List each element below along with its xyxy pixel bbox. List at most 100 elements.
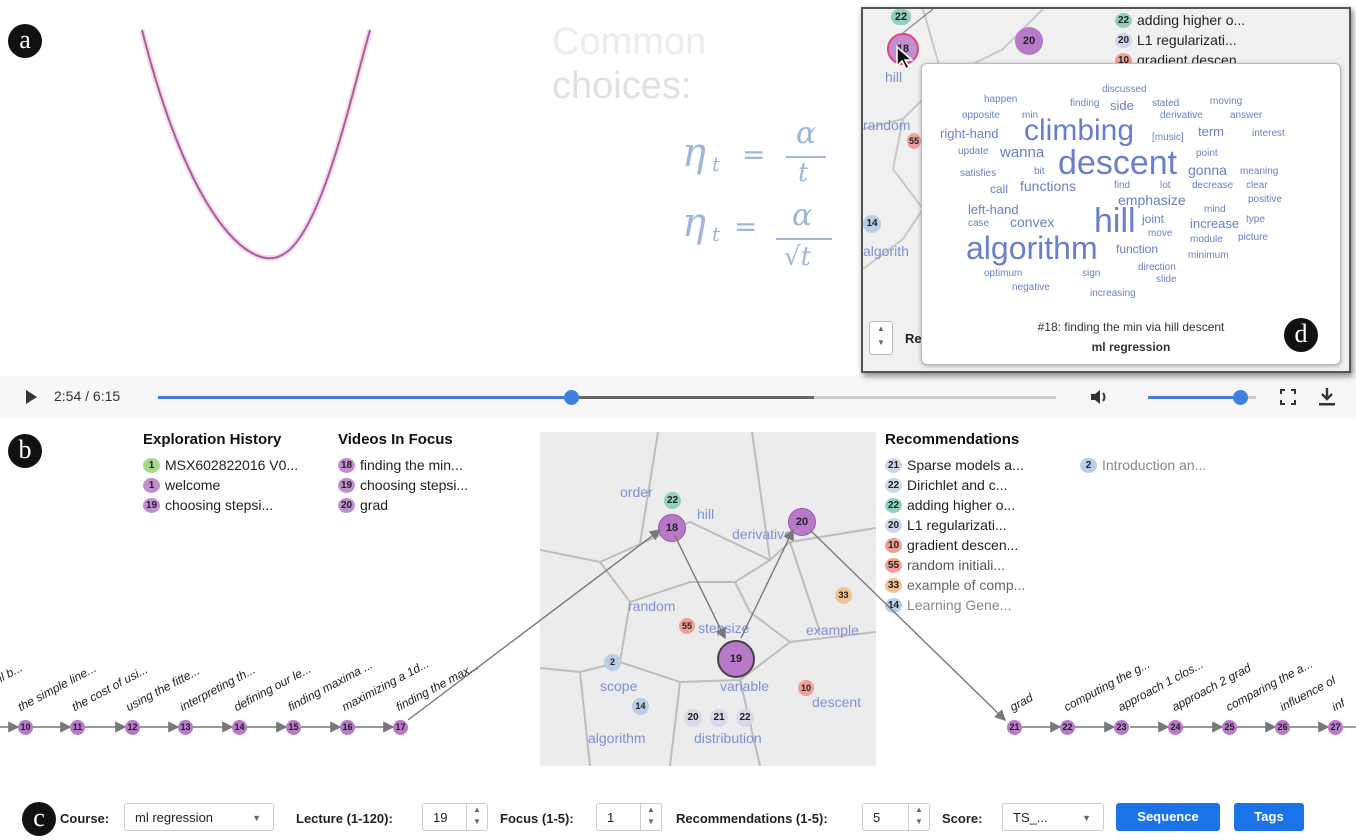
inset-rec-item[interactable]: 22 adding higher o...: [1115, 11, 1245, 29]
volume-fill: [1148, 396, 1240, 399]
score-label: Score:: [942, 811, 983, 826]
word: case: [968, 218, 990, 229]
sequence-button[interactable]: Sequence: [1116, 803, 1220, 831]
lecture-stepper[interactable]: 19 ▲ ▼: [422, 803, 488, 831]
sequence-node[interactable]: 21: [1007, 720, 1022, 735]
sequence-node[interactable]: 11: [70, 720, 85, 735]
eta-sub-2: t: [712, 222, 721, 246]
word: answer: [1230, 110, 1263, 121]
cloud-caption: #18: finding the min via hill descent: [1037, 320, 1225, 334]
word: clear: [1246, 180, 1268, 191]
sequence-node[interactable]: 17: [393, 720, 408, 735]
word: slide: [1156, 274, 1177, 285]
word: discussed: [1102, 84, 1147, 95]
word: happen: [984, 94, 1018, 105]
eta-sub-1: t: [712, 152, 721, 176]
word: finding: [1070, 98, 1100, 109]
sequence-node[interactable]: 13: [178, 720, 193, 735]
sequence-node[interactable]: 24: [1168, 720, 1183, 735]
volume-track[interactable]: [1148, 390, 1256, 405]
word: right-hand: [940, 126, 999, 141]
sequence-node[interactable]: 27: [1328, 720, 1343, 735]
stepper-arrows-icon[interactable]: ▲ ▼: [640, 804, 661, 830]
word: increase: [1190, 216, 1240, 231]
sequence-node[interactable]: 16: [340, 720, 355, 735]
inset-rec-badge: 20: [1115, 32, 1132, 48]
sequence-node[interactable]: 14: [232, 720, 247, 735]
eta-symbol-2: η: [682, 200, 706, 246]
cursor-icon: [896, 45, 915, 71]
word: positive: [1248, 194, 1282, 205]
download-icon[interactable]: [1318, 387, 1336, 407]
sequence-node[interactable]: 10: [18, 720, 33, 735]
fullscreen-icon[interactable]: [1280, 389, 1296, 405]
video-player-area[interactable]: Common choices: η t = α t η t = α √t: [0, 0, 860, 372]
sequence-node[interactable]: 25: [1222, 720, 1237, 735]
volume-handle[interactable]: [1232, 390, 1248, 405]
inset-node[interactable]: 20: [1015, 27, 1043, 55]
inset-node[interactable]: 22: [891, 9, 911, 25]
word: bit: [1034, 166, 1045, 177]
course-value: ml regression: [135, 810, 214, 825]
stepper-arrows-icon[interactable]: ▲ ▼: [466, 804, 487, 830]
word: move: [1148, 228, 1173, 239]
inset-rec-item[interactable]: 20 L1 regularizati...: [1115, 31, 1237, 49]
focus-stepper[interactable]: 1 ▲ ▼: [596, 803, 662, 831]
recommendations-label: Recommendations (1-5):: [676, 811, 828, 826]
recommendations-stepper[interactable]: 5 ▲ ▼: [862, 803, 930, 831]
play-icon[interactable]: [26, 390, 37, 404]
parabola-graphic: [139, 29, 373, 262]
sequence-node[interactable]: 15: [286, 720, 301, 735]
zoom-inset: 22 18 20 55 14 hill random algorith Re ▲…: [861, 7, 1351, 373]
panel-letter-a: a: [8, 24, 42, 58]
sequence-node[interactable]: 23: [1114, 720, 1129, 735]
eta-symbol-1: η: [682, 130, 706, 176]
word: [music]: [1152, 132, 1184, 143]
word: interest: [1252, 128, 1285, 139]
word: hill: [1094, 202, 1136, 240]
inset-stepper[interactable]: ▲ ▼: [869, 321, 893, 355]
word: mind: [1204, 204, 1226, 215]
word: functions: [1020, 178, 1077, 194]
progress-handle[interactable]: [564, 390, 580, 405]
word: function: [1116, 242, 1159, 256]
word: moving: [1210, 96, 1243, 107]
equals-1: =: [742, 138, 766, 171]
cloud-course: ml regression: [1091, 340, 1171, 354]
course-label: Course:: [60, 811, 110, 826]
course-select[interactable]: ml regression ▼: [124, 803, 274, 831]
inset-bg-label: Re: [905, 331, 922, 346]
time-display: 2:54 / 6:15: [54, 388, 121, 404]
chevron-down-icon: ▼: [252, 813, 261, 823]
score-value: TS_...: [1013, 810, 1048, 825]
word: wanna: [1000, 144, 1045, 161]
word: module: [1190, 234, 1223, 245]
eta2-denominator: √t: [784, 242, 812, 272]
word: update: [958, 146, 989, 157]
focus-label: Focus (1-5):: [500, 811, 574, 826]
tags-button[interactable]: Tags: [1234, 803, 1304, 831]
fraction-bar-2: [776, 238, 832, 240]
word: derivative: [1160, 110, 1203, 121]
word: negative: [1012, 282, 1050, 293]
inset-rec-label: adding higher o...: [1137, 12, 1246, 28]
inset-node[interactable]: 14: [863, 215, 881, 233]
sequence-node[interactable]: 22: [1060, 720, 1075, 735]
progress-track[interactable]: [158, 390, 1056, 405]
volume-icon[interactable]: [1088, 386, 1110, 408]
slide-title-line1: Common: [552, 21, 707, 63]
word: term: [1198, 124, 1224, 139]
word: decrease: [1192, 180, 1234, 191]
sequence-node[interactable]: 26: [1275, 720, 1290, 735]
stepper-arrows-icon[interactable]: ▲ ▼: [908, 804, 929, 830]
word: optimum: [984, 268, 1023, 279]
sequence-arrows: [0, 528, 1356, 733]
focus-value: 1: [607, 810, 615, 825]
word: convex: [1010, 214, 1055, 230]
score-select[interactable]: TS_... ▼: [1002, 803, 1104, 831]
inset-node[interactable]: 55: [907, 133, 921, 149]
word: type: [1246, 214, 1265, 225]
word: increasing: [1090, 288, 1136, 299]
word: gonna: [1188, 162, 1227, 178]
sequence-node[interactable]: 12: [125, 720, 140, 735]
